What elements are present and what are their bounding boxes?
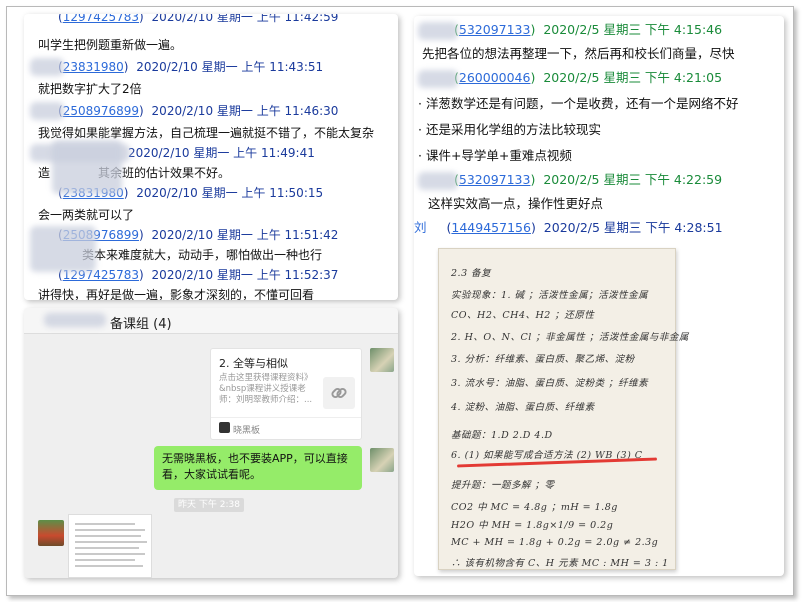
message-time: 2020/2/5 星期三 下午 4:22:59 (543, 172, 723, 187)
message-text: 我觉得如果能掌握方法，自己梳理一遍就挺不错了，不能太复杂 (38, 126, 375, 140)
avatar[interactable] (370, 448, 394, 472)
message-text: 先把各位的想法再整理一下，然后再和校长们商量，尽快 (422, 46, 735, 61)
message-time: 2020/2/5 星期三 下午 4:15:46 (543, 22, 723, 37)
message-time: 2020/2/10 星期一 上午 11:42:59 (151, 14, 339, 24)
timestamp-badge: 昨天 下午 2:38 (174, 498, 244, 512)
note-line: H2O 中 MH = 1.8g×1/9 = 0.2g (451, 520, 614, 531)
message-header: (532097133) 2020/2/5 星期三 下午 4:22:59 (454, 172, 723, 187)
note-line: CO2 中 MC = 4.8g ；mH = 1.8g (451, 502, 618, 513)
privacy-blur (418, 22, 458, 40)
link-card[interactable]: 2. 全等与相似 点击这里获得课程资料》&nbsp课程讲义授课老师：刘明翠教师介… (210, 348, 362, 440)
app-icon (219, 422, 230, 433)
note-line: MC + MH = 1.8g + 0.2g = 2.0g ≠ 2.3g (451, 537, 659, 548)
link-icon (323, 377, 355, 409)
message-header: 刘 (1449457156) 2020/2/5 星期三 下午 4:28:51 (414, 220, 723, 235)
message-text: 这样实效高一点，操作性更好点 (428, 196, 604, 211)
message-text: 类本来难度就大，动动手，哪怕做出一种也行 (82, 248, 323, 262)
qq-number-link[interactable]: 1297425783 (63, 14, 139, 24)
my-message-bubble[interactable]: 无需晓黑板，也不要装APP，可以直接看，大家试试看呢。 (154, 446, 362, 490)
message-time: 2020/2/5 星期三 下午 4:28:51 (543, 220, 723, 235)
handwritten-notes-photo[interactable]: 2.3 备复 实验现象：1. 碱 ；活泼性金属；活泼性金属 CO、H2、CH4、… (438, 248, 688, 570)
note-line: 3. 流水号：油脂、蛋白质、淀粉类 ；纤维素 (451, 378, 649, 389)
privacy-blur (30, 226, 96, 272)
message-header: (2508976899) 2020/2/10 星期一 上午 11:46:30 (58, 104, 339, 118)
chat-title: 备课组 (4) (110, 317, 172, 332)
privacy-blur (44, 313, 106, 327)
note-line: 提升题：一题多解 ；零 (451, 480, 555, 491)
message-text: 就把数字扩大了2倍 (38, 82, 142, 96)
privacy-blur (52, 140, 122, 194)
privacy-blur (30, 102, 64, 120)
message-text: 会一两类就可以了 (38, 208, 135, 222)
qq-number-link[interactable]: 2508976899 (63, 104, 139, 118)
message-header: (1297425783) 2020/2/10 星期一 上午 11:42:59 (24, 14, 398, 25)
message-time: 2020/2/5 星期三 下午 4:21:05 (543, 70, 723, 85)
message-time: 2020/2/10 星期一 上午 11:50:15 (136, 186, 324, 200)
note-line: 2. H、O、N、Cl ；非金属性 ；活泼性金属与非金属 (451, 332, 689, 343)
qq-chat-panel-left[interactable]: (1297425783) 2020/2/10 星期一 上午 11:42:59 叫… (24, 14, 398, 300)
message-text: · 还是采用化学组的方法比较现实 (418, 122, 601, 137)
message-header: (23831980) 2020/2/10 星期一 上午 11:43:51 (58, 60, 324, 74)
link-card-title: 2. 全等与相似 (219, 357, 288, 370)
message-time: 2020/2/10 星期一 上午 11:46:30 (151, 104, 339, 118)
avatar[interactable] (370, 348, 394, 372)
qq-number-link[interactable]: 260000046 (459, 70, 531, 85)
message-text: 叫学生把例题重新做一遍。 (38, 38, 183, 52)
link-card-source: 晓黑板 (219, 422, 260, 436)
note-line: CO、H2、CH4、H2 ；还原性 (451, 310, 595, 321)
message-header: (260000046) 2020/2/5 星期三 下午 4:21:05 (454, 70, 723, 85)
note-line: 实验现象：1. 碱 ；活泼性金属；活泼性金属 (451, 290, 649, 301)
document-image-thumbnail[interactable] (68, 514, 152, 578)
message-header: (532097133) 2020/2/5 星期三 下午 4:15:46 (454, 22, 723, 37)
sender-name: 刘 (414, 220, 427, 235)
wechat-chat-panel[interactable]: 备课组 (4) 2. 全等与相似 点击这里获得课程资料》&nbsp课程讲义授课老… (24, 308, 398, 578)
message-time: 2020/2/10 星期一 上午 11:43:51 (136, 60, 324, 74)
qq-chat-panel-right[interactable]: (532097133) 2020/2/5 星期三 下午 4:15:46 先把各位… (414, 16, 784, 576)
avatar[interactable] (38, 520, 64, 546)
message-text-prefix: 造 (38, 166, 51, 180)
qq-number-link[interactable]: 1449457156 (451, 220, 531, 235)
privacy-blur (418, 172, 458, 190)
message-time: 2020/2/10 星期一 上午 11:52:37 (151, 268, 339, 282)
privacy-blur (418, 70, 458, 88)
qq-number-link[interactable]: 532097133 (459, 22, 531, 37)
note-line: 4. 淀粉、油脂、蛋白质、纤维素 (451, 402, 595, 413)
note-line: 2.3 备复 (451, 268, 492, 279)
note-line: 基础题：1.D 2.D 4.D (451, 430, 553, 441)
qq-number-link[interactable]: 23831980 (63, 60, 124, 74)
message-time: 2020/2/10 星期一 上午 11:51:42 (151, 228, 339, 242)
privacy-blur (30, 58, 64, 76)
note-line: 3. 分析：纤维素、蛋白质、聚乙烯、淀粉 (451, 354, 635, 365)
link-card-description: 点击这里获得课程资料》&nbsp课程讲义授课老师：刘明翠教师介绍：... (219, 373, 313, 405)
qq-number-link[interactable]: 532097133 (459, 172, 531, 187)
message-text: 讲得快，再好是做一遍，影象才深刻的，不懂可回看 (38, 288, 315, 300)
message-text: · 洋葱数学还是有问题，一个是收费，还有一个是网络不好 (418, 96, 739, 111)
note-line: ∴ 该有机物含有 C、H 元素 MC : MH = 3 : 1 (451, 558, 669, 569)
message-text: · 课件+导学单+重难点视频 (418, 148, 572, 163)
message-time: 2020/2/10 星期一 上午 11:49:41 (128, 146, 315, 160)
chat-title-bar: 备课组 (4) (24, 308, 398, 334)
